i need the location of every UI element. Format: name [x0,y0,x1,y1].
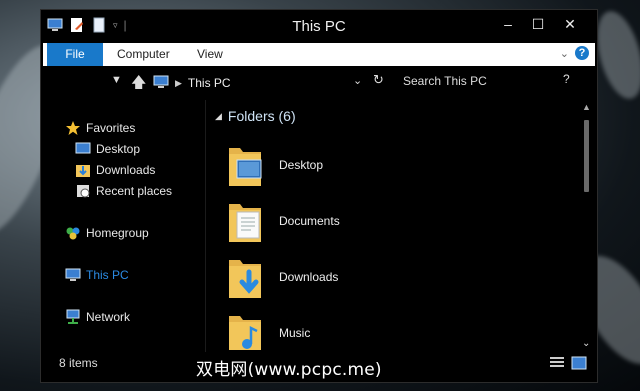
this-pc-icon [153,75,169,92]
nav-label: Network [86,310,131,324]
nav-label: This PC [86,268,129,282]
folder-label: Downloads [279,270,339,284]
nav-item-this-pc[interactable]: This PC [65,267,129,283]
folder-item-downloads[interactable]: Downloads [227,254,338,300]
nav-item-homegroup[interactable]: Homegroup [65,225,149,241]
scroll-down-icon[interactable]: ⌄ [582,338,590,349]
navigation-pane: Favorites Desktop Downloads Recent place… [41,100,205,350]
search-input[interactable]: Search This PC [403,74,583,92]
watermark-text: 双电网(www.pcpc.me) [196,360,382,380]
star-icon [65,120,81,136]
nav-label: Recent places [96,184,173,198]
tab-computer[interactable]: Computer [117,43,170,66]
search-icon[interactable]: ? [563,72,570,86]
collapse-group-icon[interactable]: ◢ [215,111,222,122]
this-pc-icon [65,267,81,283]
nav-item-recent-places[interactable]: Recent places [75,183,172,199]
desktop-icon [75,141,91,157]
breadcrumb-this-pc[interactable]: This PC [188,76,231,90]
content-pane: ◢ Folders (6) Desktop Documents Download… [209,100,581,350]
recent-places-icon [75,183,91,199]
nav-label: Homegroup [86,226,149,240]
folder-label: Documents [279,214,340,228]
expand-ribbon-icon[interactable]: ⌄ [560,47,569,60]
item-count: 8 items [59,356,98,370]
tab-view[interactable]: View [197,43,223,66]
maximize-button[interactable]: ☐ [523,14,553,34]
up-arrow-icon[interactable]: 🡅 [131,72,146,97]
maximize-icon: ☐ [531,15,545,32]
address-box[interactable]: ▶ This PC [153,74,365,92]
help-icon[interactable]: ? [575,46,589,60]
minimize-icon: – [504,16,512,32]
ribbon: File Computer View ⌄ ? [43,43,595,66]
downloads-icon [75,162,91,178]
music-folder-icon [229,316,261,350]
nav-item-downloads[interactable]: Downloads [75,162,155,178]
recent-locations-icon[interactable]: ▼ [111,74,122,86]
close-button[interactable]: ✕ [555,14,585,34]
address-bar-row: ▼ 🡅 ▶ This PC ⌄ ↻ Search This PC ? [41,68,597,98]
breadcrumb-chevron-icon[interactable]: ▶ [175,78,182,89]
nav-item-network[interactable]: Network [65,309,130,325]
homegroup-icon [65,225,81,241]
refresh-icon[interactable]: ↻ [373,72,384,88]
documents-folder-icon [229,204,261,242]
details-view-icon[interactable] [549,356,565,370]
folder-label: Music [279,326,311,340]
nav-item-desktop[interactable]: Desktop [75,141,140,157]
downloads-folder-icon [229,260,261,298]
folder-item-desktop[interactable]: Desktop [227,142,323,188]
vertical-scrollbar[interactable]: ▲ ⌄ [581,100,595,352]
network-icon [65,309,81,325]
close-icon: ✕ [564,15,576,32]
nav-item-favorites[interactable]: Favorites [65,120,135,136]
tab-file[interactable]: File [47,43,103,66]
folder-item-music[interactable]: Music [227,310,310,350]
folder-item-documents[interactable]: Documents [227,198,340,244]
nav-label: Favorites [86,121,136,135]
explorer-window: ▿ | This PC – ☐ ✕ File Computer View ⌄ ?… [40,9,598,383]
address-dropdown-icon[interactable]: ⌄ [353,74,362,87]
scroll-up-icon[interactable]: ▲ [582,102,591,112]
group-header-folders[interactable]: ◢ Folders (6) [215,108,296,124]
nav-label: Desktop [96,142,141,156]
folder-label: Desktop [279,158,324,172]
scrollbar-thumb[interactable] [584,120,589,192]
pane-divider[interactable] [205,100,206,352]
minimize-button[interactable]: – [493,14,523,34]
desktop-folder-icon [229,148,262,186]
title-bar: ▿ | This PC – ☐ ✕ [41,10,597,42]
group-title: Folders (6) [227,108,296,124]
nav-label: Downloads [96,163,156,177]
large-icons-view-icon[interactable] [571,356,587,370]
